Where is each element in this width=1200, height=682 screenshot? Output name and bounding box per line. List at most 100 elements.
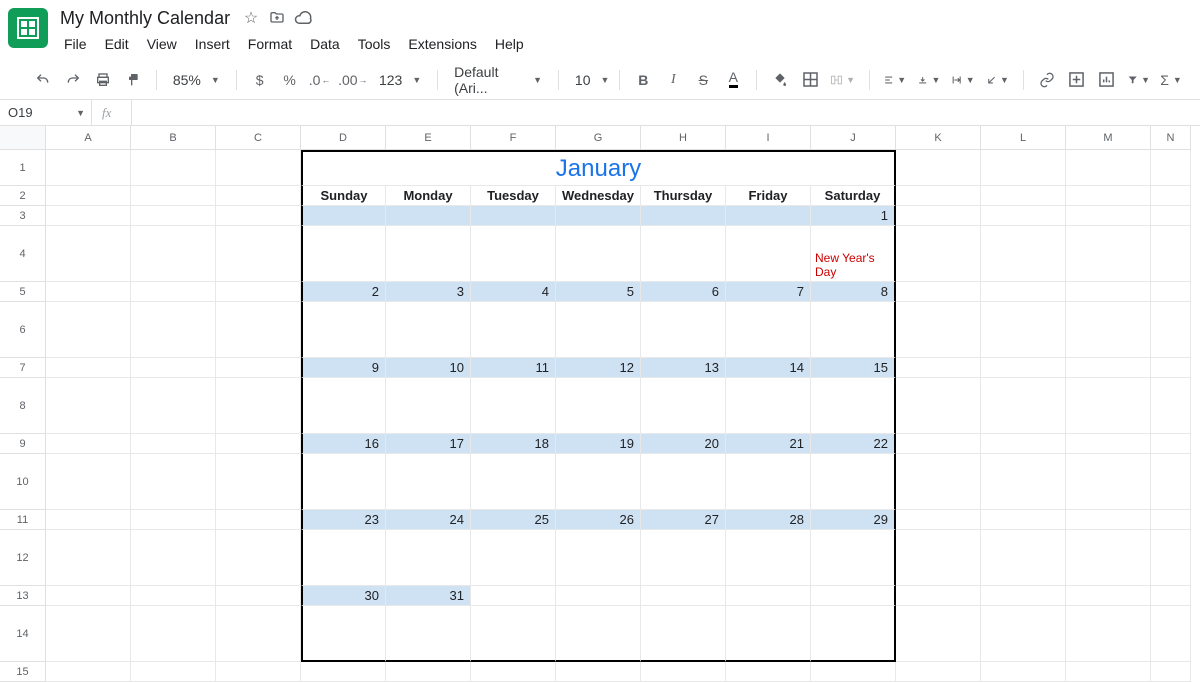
insert-comment-button[interactable] [1064, 67, 1090, 93]
cell[interactable] [216, 358, 301, 378]
cell[interactable] [641, 530, 726, 586]
cell[interactable] [131, 358, 216, 378]
cell[interactable] [131, 150, 216, 186]
cell[interactable] [471, 530, 556, 586]
cell[interactable] [471, 586, 556, 606]
cell[interactable] [301, 302, 386, 358]
cell[interactable] [1151, 186, 1191, 206]
cell[interactable] [1151, 606, 1191, 662]
cell[interactable] [1151, 378, 1191, 434]
cell[interactable] [641, 454, 726, 510]
cell[interactable] [556, 530, 641, 586]
document-title[interactable]: My Monthly Calendar [56, 6, 234, 31]
cell[interactable] [1066, 282, 1151, 302]
cell[interactable] [46, 378, 131, 434]
text-rotation-button[interactable]: ▼ [983, 67, 1013, 93]
font-size-select[interactable]: 10▼ [569, 67, 610, 93]
bold-button[interactable]: B [630, 67, 656, 93]
row-header[interactable]: 8 [0, 378, 46, 434]
column-header[interactable]: K [896, 126, 981, 150]
cell[interactable] [726, 454, 811, 510]
cell[interactable] [46, 510, 131, 530]
undo-button[interactable] [30, 67, 56, 93]
cell[interactable] [216, 586, 301, 606]
date-cell[interactable]: 3 [386, 282, 471, 302]
cell[interactable] [1066, 510, 1151, 530]
cell[interactable] [386, 606, 471, 662]
merge-cells-button[interactable]: ▼ [827, 67, 859, 93]
cell[interactable] [131, 530, 216, 586]
cell[interactable] [216, 378, 301, 434]
date-cell[interactable]: 9 [301, 358, 386, 378]
cell[interactable] [46, 150, 131, 186]
cell[interactable] [1066, 586, 1151, 606]
cell[interactable] [46, 186, 131, 206]
row-header[interactable]: 9 [0, 434, 46, 454]
cell[interactable] [46, 282, 131, 302]
cell[interactable] [981, 150, 1066, 186]
column-header[interactable]: N [1151, 126, 1191, 150]
cell[interactable] [556, 586, 641, 606]
row-header[interactable]: 12 [0, 530, 46, 586]
cell[interactable] [131, 434, 216, 454]
column-header[interactable]: D [301, 126, 386, 150]
day-header[interactable]: Monday [386, 186, 471, 206]
column-header[interactable]: M [1066, 126, 1151, 150]
cell[interactable] [1066, 186, 1151, 206]
cell[interactable] [131, 226, 216, 282]
insert-chart-button[interactable] [1094, 67, 1120, 93]
cell[interactable] [556, 454, 641, 510]
cell[interactable] [981, 530, 1066, 586]
cell[interactable] [896, 186, 981, 206]
cell[interactable] [471, 454, 556, 510]
cell[interactable] [471, 662, 556, 682]
date-cell[interactable]: 30 [301, 586, 386, 606]
cell[interactable] [981, 206, 1066, 226]
formula-bar[interactable] [132, 100, 1200, 125]
date-cell[interactable]: 7 [726, 282, 811, 302]
date-cell[interactable]: 15 [811, 358, 896, 378]
cell[interactable] [641, 226, 726, 282]
row-header[interactable]: 7 [0, 358, 46, 378]
cell[interactable] [811, 606, 896, 662]
cell[interactable] [556, 302, 641, 358]
date-cell[interactable]: 14 [726, 358, 811, 378]
cell[interactable] [981, 510, 1066, 530]
column-header[interactable]: I [726, 126, 811, 150]
cell[interactable] [46, 530, 131, 586]
cell[interactable] [131, 454, 216, 510]
italic-button[interactable]: I [660, 67, 686, 93]
cell[interactable] [46, 454, 131, 510]
cell[interactable] [811, 454, 896, 510]
cell[interactable] [386, 530, 471, 586]
date-cell[interactable]: 13 [641, 358, 726, 378]
cell[interactable] [1066, 226, 1151, 282]
cell[interactable] [896, 282, 981, 302]
cell[interactable] [981, 378, 1066, 434]
functions-button[interactable]: Σ▼ [1158, 67, 1184, 93]
date-cell[interactable]: 28 [726, 510, 811, 530]
cell[interactable] [896, 606, 981, 662]
date-cell[interactable]: 8 [811, 282, 896, 302]
cell[interactable] [216, 282, 301, 302]
cell[interactable] [386, 302, 471, 358]
number-format-select[interactable]: 123▼ [373, 67, 427, 93]
cell[interactable] [216, 510, 301, 530]
cell[interactable] [131, 302, 216, 358]
cell[interactable] [1151, 206, 1191, 226]
cell[interactable] [1066, 606, 1151, 662]
day-header[interactable]: Thursday [641, 186, 726, 206]
cell[interactable] [726, 530, 811, 586]
date-cell[interactable]: 25 [471, 510, 556, 530]
row-header[interactable]: 10 [0, 454, 46, 510]
cell[interactable] [811, 530, 896, 586]
cell[interactable] [46, 606, 131, 662]
row-header[interactable]: 13 [0, 586, 46, 606]
cell[interactable] [896, 434, 981, 454]
cell[interactable] [46, 226, 131, 282]
date-cell[interactable]: 10 [386, 358, 471, 378]
cell[interactable] [1151, 530, 1191, 586]
cell[interactable] [216, 206, 301, 226]
cell[interactable] [726, 606, 811, 662]
cell[interactable] [131, 606, 216, 662]
